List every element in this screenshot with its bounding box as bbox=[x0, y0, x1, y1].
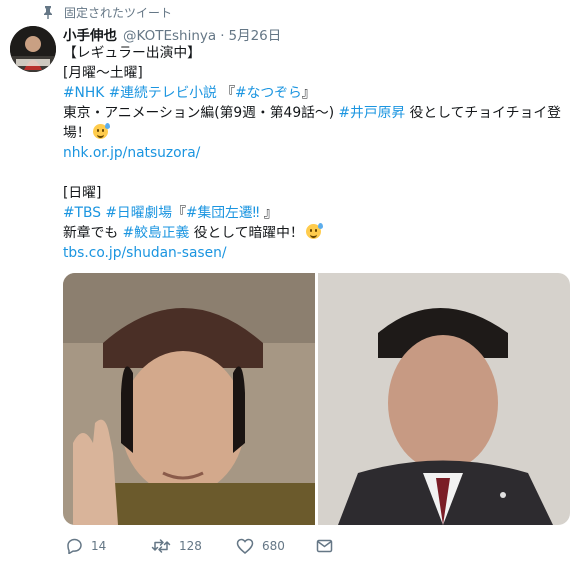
retweet-button[interactable]: 128 bbox=[151, 538, 236, 554]
avatar[interactable] bbox=[10, 26, 56, 72]
url-link[interactable]: tbs.co.jp/shudan-sasen/ bbox=[63, 245, 226, 261]
photo-left[interactable] bbox=[63, 273, 316, 525]
hashtag-link[interactable]: #鮫島正義 bbox=[123, 225, 190, 241]
text-line: #NHK #連続テレビ小説 『#なつぞら』 bbox=[63, 85, 316, 101]
separator-dot: · bbox=[220, 28, 225, 44]
text-line: #TBS #日曜劇場『#集団左遷‼ 』 bbox=[63, 205, 278, 221]
text-line: nhk.or.jp/natsuzora/ bbox=[63, 143, 573, 163]
tweet-actions: 14 128 680 bbox=[63, 535, 341, 557]
pinned-indicator: 固定されたツイート bbox=[42, 3, 172, 21]
reply-count: 14 bbox=[91, 539, 107, 553]
sweat-smile-emoji bbox=[305, 223, 323, 239]
like-count: 680 bbox=[262, 539, 285, 553]
pinned-label: 固定されたツイート bbox=[64, 5, 173, 20]
tweet-media bbox=[63, 273, 570, 525]
reply-icon bbox=[67, 538, 82, 554]
text-line: 新章でも #鮫島正義 役として暗躍中！ bbox=[63, 223, 573, 243]
text-line: tbs.co.jp/shudan-sasen/ bbox=[63, 243, 573, 263]
text-line: [月曜〜土曜] bbox=[63, 65, 143, 81]
pin-icon bbox=[44, 6, 52, 19]
text-line: 東京・アニメーション編(第9週・第49話〜) #井戸原昇 役としてチョイチョイ登… bbox=[63, 105, 561, 141]
text-line: 【レギュラー出演中】 bbox=[63, 45, 201, 61]
dm-button[interactable] bbox=[316, 539, 341, 553]
tweet-text: 【レギュラー出演中】 [月曜〜土曜] #NHK #連続テレビ小説 『#なつぞら』… bbox=[63, 43, 573, 263]
url-link[interactable]: nhk.or.jp/natsuzora/ bbox=[63, 145, 200, 161]
photo-right[interactable] bbox=[317, 273, 570, 525]
tweet-content: 小手伸也 @KOTEshinya · 5月26日 【レギュラー出演中】 [月曜〜… bbox=[63, 24, 573, 263]
tweet-header: 小手伸也 @KOTEshinya · 5月26日 bbox=[63, 24, 573, 44]
reply-button[interactable]: 14 bbox=[63, 538, 151, 554]
sweat-smile-emoji bbox=[92, 123, 110, 139]
tweet-date[interactable]: 5月26日 bbox=[228, 24, 281, 44]
like-button[interactable]: 680 bbox=[236, 538, 316, 554]
hashtag-link[interactable]: #なつぞら bbox=[235, 85, 302, 101]
like-icon bbox=[236, 538, 254, 554]
dm-icon bbox=[316, 539, 333, 553]
hashtag-link[interactable]: #NHK bbox=[63, 85, 104, 101]
user-name[interactable]: 小手伸也 bbox=[63, 24, 117, 44]
retweet-icon bbox=[151, 539, 171, 553]
user-handle[interactable]: @KOTEshinya bbox=[123, 28, 216, 44]
hashtag-link[interactable]: #連続テレビ小説 bbox=[109, 85, 217, 101]
hashtag-link[interactable]: #日曜劇場 bbox=[105, 205, 172, 221]
retweet-count: 128 bbox=[179, 539, 202, 553]
hashtag-link[interactable]: #集団左遷‼ bbox=[186, 205, 259, 221]
hashtag-link[interactable]: #井戸原昇 bbox=[338, 105, 405, 121]
text-line: [日曜] bbox=[63, 185, 102, 201]
hashtag-link[interactable]: #TBS bbox=[63, 205, 101, 221]
